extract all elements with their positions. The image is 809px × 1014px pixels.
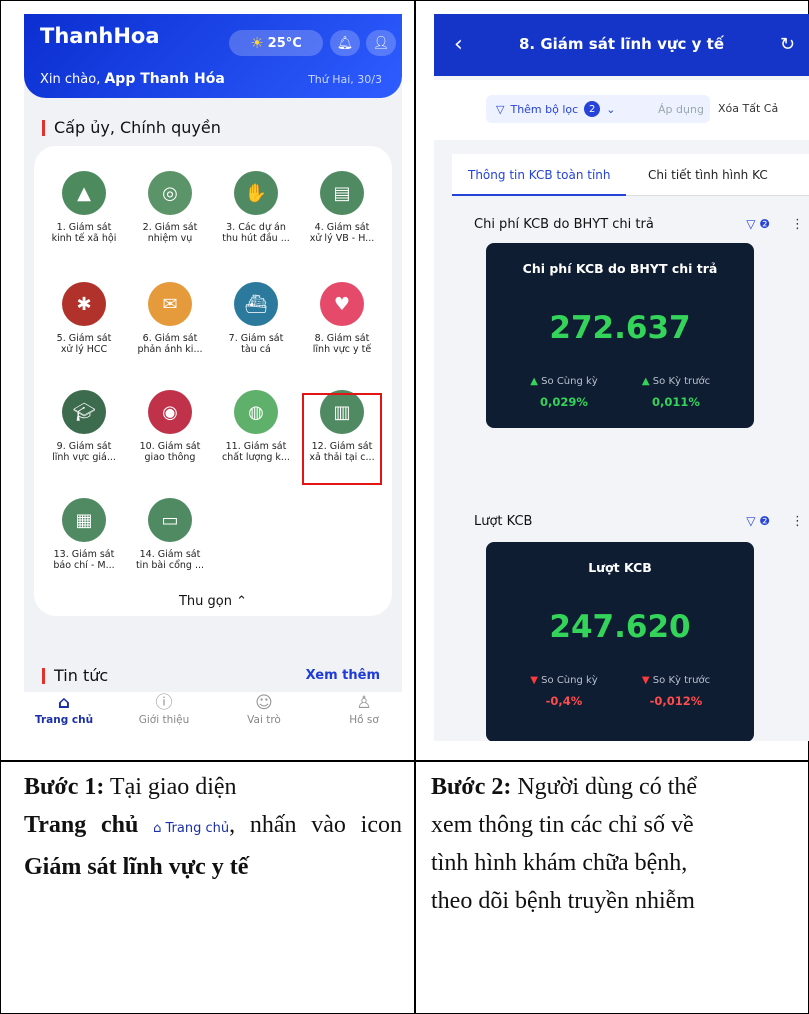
ship-icon: ⛴ bbox=[234, 282, 278, 326]
app-tile-3[interactable]: ✋ 3. Các dự án thu hút đầu ... bbox=[214, 171, 298, 244]
kpi-card-cost: Chi phí KCB do BHYT chi trả 272.637 ▲ So… bbox=[486, 243, 754, 428]
home-icon: ⌂ Trang chủ bbox=[153, 821, 230, 836]
bell-icon[interactable]: 🔔︎ bbox=[330, 30, 360, 56]
kpi-compare-yoy: ▲ So Cùng kỳ 0,029% bbox=[530, 376, 598, 409]
app-tile-5[interactable]: ✱ 5. Giám sát xử lý HCC bbox=[42, 282, 126, 355]
nav-profile[interactable]: ♙ Hồ sơ bbox=[324, 692, 402, 726]
more-icon[interactable]: ⋮ bbox=[791, 217, 804, 232]
card-header-2: Lượt KCB ▽ ❷ ⋮ bbox=[474, 514, 804, 529]
filter-badge-icon[interactable]: ▽ ❷ bbox=[746, 217, 770, 231]
info-icon: ⓘ bbox=[155, 693, 173, 713]
chevron-up-icon: ⌃ bbox=[236, 594, 248, 609]
home-icon: ⌂ bbox=[57, 693, 71, 713]
highlight-box bbox=[302, 393, 382, 485]
kpi-value: 247.620 bbox=[549, 609, 691, 645]
filter-bar: ▽ Thêm bộ lọc 2 ⌄ Áp dụng Xóa Tất Cả bbox=[434, 80, 809, 140]
camera-icon: ◉ bbox=[148, 390, 192, 434]
nav-about[interactable]: ⓘ Giới thiệu bbox=[124, 692, 204, 726]
apply-button[interactable]: Áp dụng bbox=[652, 95, 710, 123]
app-header: ThanhHoa ☀ 25°C 🔔︎ 👤︎ Xin chào, App Thanh… bbox=[24, 14, 402, 98]
card-header-1: Chi phí KCB do BHYT chi trả ▽ ❷ ⋮ bbox=[474, 217, 804, 232]
app-tile-11[interactable]: ◍ 11. Giám sát chất lượng k... bbox=[214, 390, 298, 463]
tab-details[interactable]: Chi tiết tình hình KC bbox=[648, 168, 768, 182]
greeting: Xin chào, App Thanh Hóa bbox=[40, 71, 225, 87]
kpi-compare-yoy: ▼ So Cùng kỳ -0,4% bbox=[530, 675, 598, 708]
app-tile-2[interactable]: ◎ 2. Giám sát nhiệm vụ bbox=[128, 171, 212, 244]
step1-caption: Bước 1: Tại giao diện Trang chủ ⌂ Trang … bbox=[24, 774, 403, 880]
more-icon[interactable]: ⋮ bbox=[791, 514, 804, 529]
date-label: Thứ Hai, 30/3 bbox=[308, 73, 382, 86]
filter-count-badge: 2 bbox=[584, 101, 601, 117]
app-tile-8-health[interactable]: ♥ 8. Giám sát lĩnh vực y tế bbox=[300, 282, 384, 355]
filter-badge-icon[interactable]: ▽ ❷ bbox=[746, 514, 770, 528]
home-screen: ThanhHoa ☀ 25°C 🔔︎ 👤︎ Xin chào, App Thanh… bbox=[24, 14, 402, 747]
kpi-value: 272.637 bbox=[549, 310, 691, 346]
globe-icon: ◍ bbox=[234, 390, 278, 434]
sun-icon: ☀ bbox=[250, 34, 264, 52]
app-logo: ThanhHoa bbox=[40, 24, 160, 48]
row-divider bbox=[0, 760, 809, 762]
app-tile-13[interactable]: ▦ 13. Giám sát báo chí - M... bbox=[42, 498, 126, 571]
add-filter-button[interactable]: ▽ Thêm bộ lọc 2 ⌄ bbox=[486, 95, 660, 123]
kpi-compare-prev: ▲ So Kỳ trước 0,011% bbox=[641, 376, 711, 409]
health-screen: ‹ 8. Giám sát lĩnh vực y tế ↻ ▽ Thêm bộ l… bbox=[434, 14, 809, 741]
top-bar: ‹ 8. Giám sát lĩnh vực y tế ↻ bbox=[434, 14, 809, 76]
collapse-button[interactable]: Thu gọn ⌃ bbox=[34, 594, 392, 609]
refresh-icon[interactable]: ↻ bbox=[780, 34, 795, 55]
tab-province-info[interactable]: Thông tin KCB toàn tỉnh bbox=[451, 168, 628, 196]
hcc-icon: ✱ bbox=[62, 282, 106, 326]
hand-coin-icon: ✋ bbox=[234, 171, 278, 215]
kpi-title: Lượt KCB bbox=[588, 560, 652, 575]
news-title: Tin tức bbox=[42, 666, 108, 685]
app-tile-1[interactable]: ▲ 1. Giám sát kinh tế xã hội bbox=[42, 171, 126, 244]
weather-chip[interactable]: ☀ 25°C bbox=[229, 30, 323, 56]
nav-home[interactable]: ⌂ Trang chủ bbox=[24, 692, 104, 726]
app-tile-14[interactable]: ▭ 14. Giám sát tin bài cổng ... bbox=[128, 498, 212, 571]
tab-bar: Thông tin KCB toàn tỉnh Chi tiết tình hì… bbox=[451, 154, 809, 196]
palette-icon: ☺ bbox=[255, 693, 273, 713]
nav-roles[interactable]: ☺ Vai trò bbox=[224, 692, 304, 726]
app-tile-7[interactable]: ⛴ 7. Giám sát tàu cá bbox=[214, 282, 298, 355]
filter-icon: ▽ bbox=[496, 102, 505, 116]
kpi-card-visits: Lượt KCB 247.620 ▼ So Cùng kỳ -0,4% ▼ So … bbox=[486, 542, 754, 741]
page-title: 8. Giám sát lĩnh vực y tế bbox=[518, 35, 724, 53]
app-tile-9[interactable]: 🎓︎ 9. Giám sát lĩnh vực giá... bbox=[42, 390, 126, 463]
person-icon: ♙ bbox=[356, 693, 372, 713]
app-tile-10[interactable]: ◉ 10. Giám sát giao thông bbox=[128, 390, 212, 463]
column-divider bbox=[414, 0, 416, 1014]
temperature: 25°C bbox=[267, 35, 302, 51]
document-icon: ▤ bbox=[320, 171, 364, 215]
heartbeat-icon: ♥ bbox=[320, 282, 364, 326]
see-more-link[interactable]: Xem thêm bbox=[306, 668, 380, 683]
bottom-nav: ⌂ Trang chủ ⓘ Giới thiệu ☺ Vai trò ♙ Hồ sơ bbox=[24, 692, 402, 747]
user-name: App Thanh Hóa bbox=[104, 71, 225, 87]
clear-all-button[interactable]: Xóa Tất Cả bbox=[718, 102, 778, 115]
monitor-icon: ▭ bbox=[148, 498, 192, 542]
mail-icon: ✉ bbox=[148, 282, 192, 326]
kpi-title: Chi phí KCB do BHYT chi trả bbox=[522, 261, 718, 276]
app-tile-6[interactable]: ✉ 6. Giám sát phản ánh ki... bbox=[128, 282, 212, 355]
target-icon: ◎ bbox=[148, 171, 192, 215]
user-icon[interactable]: 👤︎ bbox=[366, 30, 396, 56]
step2-caption: Bước 2: Người dùng có thể xem thông tin … bbox=[431, 774, 698, 914]
section-title: Cấp ủy, Chính quyền bbox=[42, 118, 221, 137]
app-tile-4[interactable]: ▤ 4. Giám sát xử lý VB - H... bbox=[300, 171, 384, 244]
chevron-down-icon: ⌄ bbox=[606, 102, 616, 116]
app-grid-card: ▲ 1. Giám sát kinh tế xã hội ◎ 2. Giám sát n… bbox=[34, 146, 392, 616]
graduation-cap-icon: 🎓︎ bbox=[62, 390, 106, 434]
kpi-compare-prev: ▼ So Kỳ trước -0,012% bbox=[641, 675, 711, 708]
chart-up-icon: ▲ bbox=[62, 171, 106, 215]
newspaper-icon: ▦ bbox=[62, 498, 106, 542]
